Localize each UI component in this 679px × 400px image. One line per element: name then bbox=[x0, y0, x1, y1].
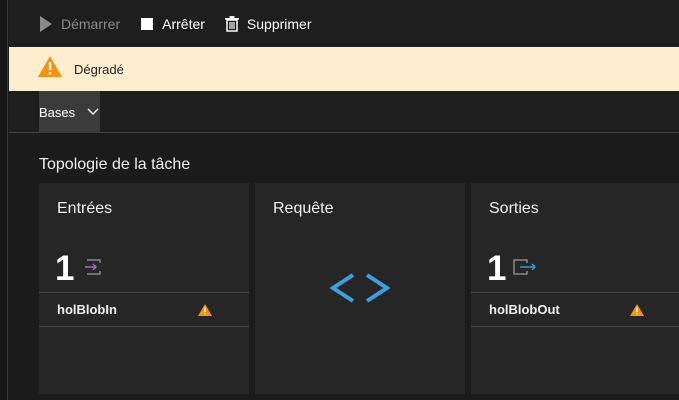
query-card[interactable]: Requête bbox=[255, 183, 465, 394]
output-icon bbox=[513, 259, 537, 280]
input-icon bbox=[84, 259, 102, 280]
tab-bases-label: Bases bbox=[39, 104, 76, 120]
chevron-down-icon bbox=[87, 105, 99, 120]
outputs-title: Sorties bbox=[489, 200, 539, 217]
start-button[interactable]: Démarrer bbox=[39, 0, 120, 47]
start-label: Démarrer bbox=[61, 15, 121, 32]
stop-label: Arrêter bbox=[162, 15, 205, 32]
output-row-holblobout[interactable]: holBlobOut bbox=[471, 292, 679, 327]
left-edge-border bbox=[0, 0, 8, 400]
inputs-count: 1 bbox=[55, 249, 75, 288]
outputs-card[interactable]: Sorties 1 holBlobOut bbox=[471, 183, 679, 394]
input-name: holBlobIn bbox=[57, 302, 117, 317]
tab-bar: Bases bbox=[9, 91, 679, 133]
output-name: holBlobOut bbox=[489, 302, 560, 317]
inputs-title: Entrées bbox=[57, 200, 113, 217]
input-row-holblobin[interactable]: holBlobIn bbox=[39, 292, 249, 327]
status-text: Dégradé bbox=[74, 61, 124, 77]
stop-button[interactable]: Arrêter bbox=[140, 0, 205, 47]
command-toolbar: Démarrer Arrêter Supprimer bbox=[9, 0, 679, 47]
warning-icon bbox=[38, 56, 62, 82]
outputs-count: 1 bbox=[487, 249, 507, 288]
warning-icon bbox=[198, 303, 212, 321]
delete-label: Supprimer bbox=[246, 15, 312, 32]
tab-bases[interactable]: Bases bbox=[39, 91, 100, 133]
code-brackets-icon bbox=[329, 273, 391, 308]
stop-icon bbox=[140, 17, 154, 31]
delete-button[interactable]: Supprimer bbox=[224, 0, 312, 47]
play-icon bbox=[39, 15, 53, 33]
warning-icon bbox=[630, 303, 644, 321]
topology-title: Topologie de la tâche bbox=[39, 156, 191, 173]
status-banner: Dégradé bbox=[9, 47, 679, 91]
query-title: Requête bbox=[273, 200, 334, 217]
inputs-card[interactable]: Entrées 1 holBlobIn bbox=[39, 183, 249, 394]
trash-icon bbox=[224, 15, 239, 32]
